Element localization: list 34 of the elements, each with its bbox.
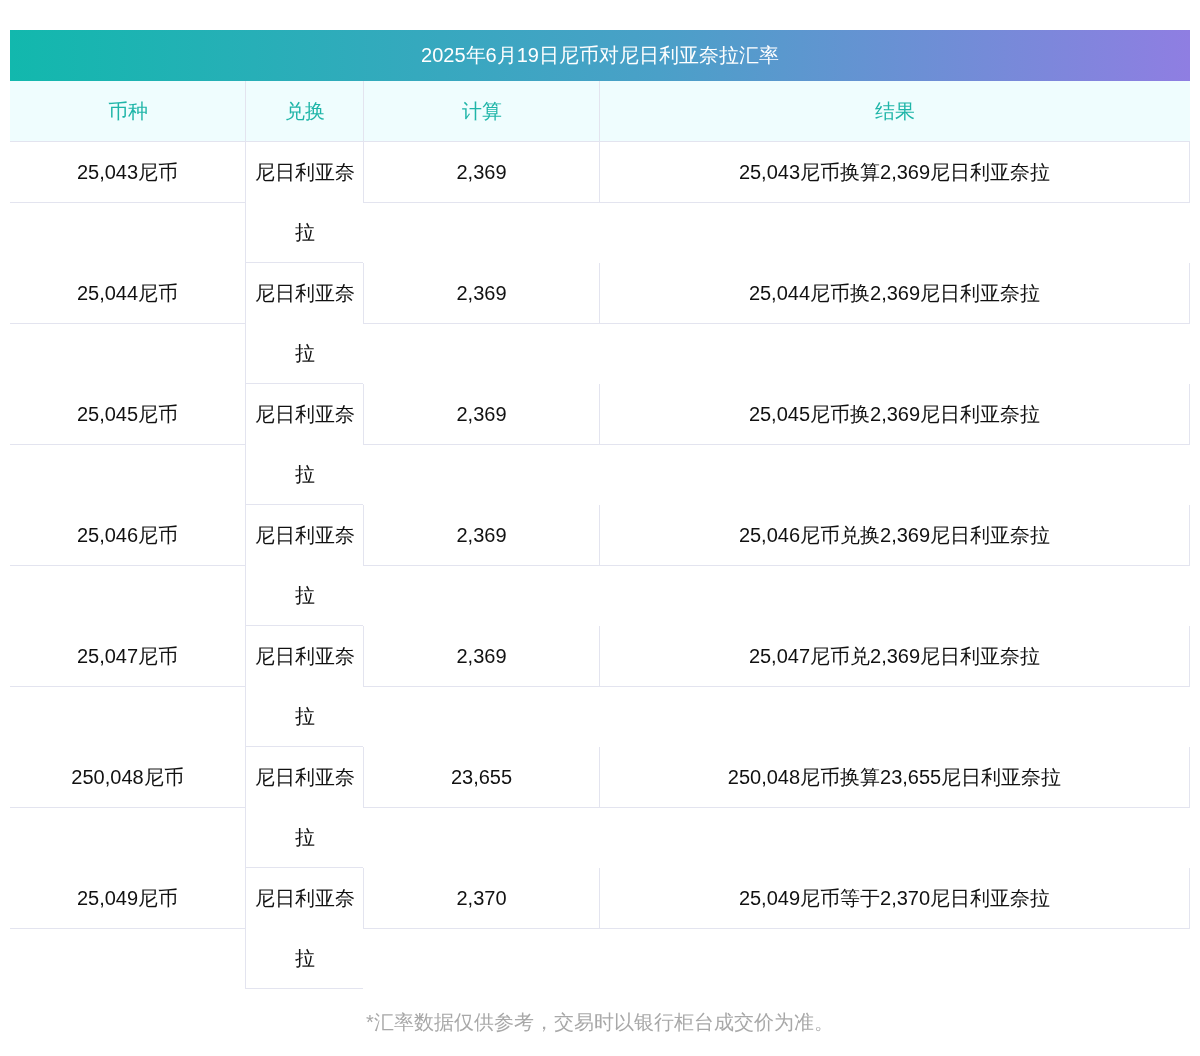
table-cell: 尼日利亚奈拉 bbox=[245, 505, 363, 626]
table-cell: 25,045尼币 bbox=[10, 384, 245, 445]
table-cell: 25,044尼币换2,369尼日利亚奈拉 bbox=[599, 263, 1190, 324]
table-cell: 2,369 bbox=[363, 505, 599, 566]
table-cell: 尼日利亚奈拉 bbox=[245, 384, 363, 505]
table-cell: 2,370 bbox=[363, 868, 599, 929]
table-cell: 25,045尼币换2,369尼日利亚奈拉 bbox=[599, 384, 1190, 445]
table-cell: 尼日利亚奈拉 bbox=[245, 747, 363, 868]
table-cell: 25,043尼币 bbox=[10, 142, 245, 203]
table-cell: 尼日利亚奈拉 bbox=[245, 142, 363, 263]
table-cell: 25,049尼币 bbox=[10, 868, 245, 929]
table-cell: 2,369 bbox=[363, 142, 599, 203]
table-cell: 25,044尼币 bbox=[10, 263, 245, 324]
table-cell: 尼日利亚奈拉 bbox=[245, 626, 363, 747]
table-cell: 23,655 bbox=[363, 747, 599, 808]
column-header: 结果 bbox=[599, 81, 1190, 142]
table-cell: 25,046尼币兑换2,369尼日利亚奈拉 bbox=[599, 505, 1190, 566]
column-header: 计算 bbox=[363, 81, 599, 142]
table-cell: 25,046尼币 bbox=[10, 505, 245, 566]
table-cell: 25,047尼币兑2,369尼日利亚奈拉 bbox=[599, 626, 1190, 687]
table-cell: 2,369 bbox=[363, 263, 599, 324]
column-header: 币种 bbox=[10, 81, 245, 142]
table-cell: 250,048尼币 bbox=[10, 747, 245, 808]
column-header: 兑换 bbox=[245, 81, 363, 142]
table-cell: 25,043尼币换算2,369尼日利亚奈拉 bbox=[599, 142, 1190, 203]
table-cell: 尼日利亚奈拉 bbox=[245, 868, 363, 989]
table-cell: 尼日利亚奈拉 bbox=[245, 263, 363, 384]
table-title: 2025年6月19日尼币对尼日利亚奈拉汇率 bbox=[10, 30, 1190, 81]
table-cell: 2,369 bbox=[363, 384, 599, 445]
table-cell: 2,369 bbox=[363, 626, 599, 687]
table-cell: 25,047尼币 bbox=[10, 626, 245, 687]
table-cell: 250,048尼币换算23,655尼日利亚奈拉 bbox=[599, 747, 1190, 808]
disclaimer-note: *汇率数据仅供参考，交易时以银行柜台成交价为准。 bbox=[365, 1010, 835, 1035]
table-cell: 25,049尼币等于2,370尼日利亚奈拉 bbox=[599, 868, 1190, 929]
